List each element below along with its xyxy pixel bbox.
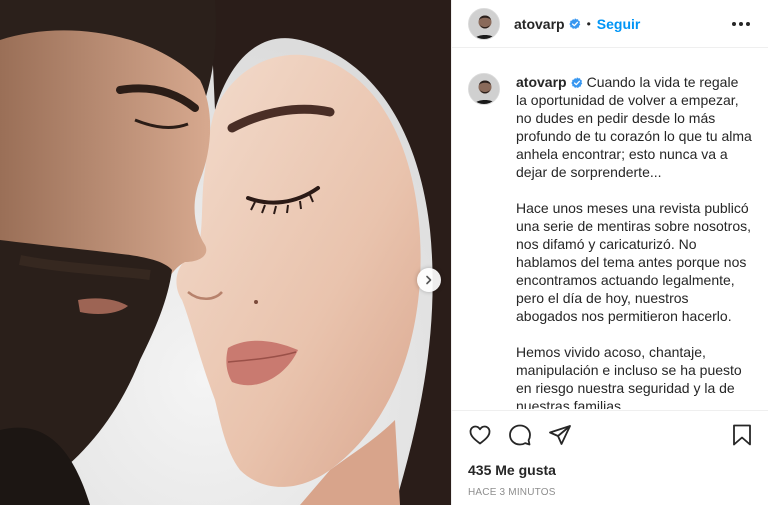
likes-count[interactable]: 435 Me gusta bbox=[468, 462, 556, 478]
heart-icon[interactable] bbox=[468, 423, 492, 447]
caption-text: atovarp Cuando la vida te regale la oport… bbox=[516, 73, 752, 409]
profile-picture-icon bbox=[469, 8, 499, 39]
caption-paragraph-3: Hemos vivido acoso, chantaje, manipulaci… bbox=[516, 344, 742, 409]
verified-badge-icon bbox=[568, 17, 581, 30]
profile-picture-icon bbox=[469, 74, 499, 104]
caption-paragraph: atovarp Cuando la vida te regale la oport… bbox=[516, 73, 752, 181]
comments-section[interactable]: atovarp Cuando la vida te regale la oport… bbox=[452, 59, 768, 409]
separator-dot: • bbox=[586, 16, 591, 31]
chevron-right-icon bbox=[426, 275, 432, 285]
caption-paragraph-2: Hace unos meses una revista publicó una … bbox=[516, 200, 752, 324]
post-header: atovarp • Seguir bbox=[452, 0, 768, 48]
comment-icon[interactable] bbox=[508, 423, 532, 447]
post-actions-bar bbox=[452, 410, 768, 458]
bookmark-icon[interactable] bbox=[730, 423, 754, 447]
more-options-icon[interactable] bbox=[728, 18, 754, 30]
caption-username-link[interactable]: atovarp bbox=[516, 74, 567, 90]
caption-avatar[interactable] bbox=[468, 73, 500, 105]
avatar[interactable] bbox=[468, 7, 500, 40]
share-icon[interactable] bbox=[548, 423, 572, 447]
username-link[interactable]: atovarp bbox=[514, 16, 565, 32]
post-side-panel: atovarp • Seguir atovarp Cuando la vida … bbox=[451, 0, 768, 505]
post-photo[interactable] bbox=[0, 0, 451, 505]
follow-button[interactable]: Seguir bbox=[597, 16, 641, 32]
caption-row: atovarp Cuando la vida te regale la oport… bbox=[468, 73, 752, 409]
post-timestamp[interactable]: HACE 3 MINUTOS bbox=[468, 487, 556, 498]
couple-photo-illustration bbox=[0, 0, 451, 505]
next-photo-button[interactable] bbox=[417, 268, 441, 292]
verified-badge-icon bbox=[570, 77, 583, 89]
